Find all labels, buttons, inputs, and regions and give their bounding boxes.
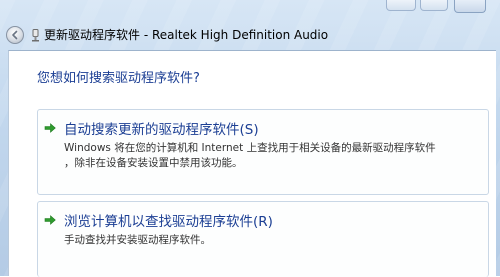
option-browse-computer-desc-line1: 手动查找并安装驱动程序软件。 [64,234,211,246]
green-arrow-icon [44,215,56,225]
back-button[interactable] [6,26,24,44]
maximize-button[interactable] [420,0,448,11]
option-browse-computer-description: 手动查找并安装驱动程序软件。 [64,233,211,248]
option-auto-search[interactable]: 自动搜索更新的驱动程序软件(S) Windows 将在您的计算机和 Intern… [37,109,489,195]
option-auto-search-description: Windows 将在您的计算机和 Internet 上查找用于相关设备的最新驱动… [64,141,436,171]
option-auto-search-desc-line1: Windows 将在您的计算机和 Internet 上查找用于相关设备的最新驱动… [64,142,436,154]
page-question: 您想如何搜索驱动程序软件? [37,71,200,86]
back-arrow-icon [12,30,18,40]
dialog-content: 您想如何搜索驱动程序软件? 自动搜索更新的驱动程序软件(S) Windows 将… [8,50,496,277]
device-driver-icon [31,29,40,42]
option-browse-computer[interactable]: 浏览计算机以查找驱动程序软件(R) 手动查找并安装驱动程序软件。 [37,201,489,277]
close-button[interactable] [454,0,486,13]
window-title: 更新驱动程序软件 - Realtek High Definition Audio [44,28,329,42]
minimize-button[interactable] [386,0,416,11]
green-arrow-icon [44,123,56,133]
option-auto-search-desc-line2: ，除非在设备安装设置中禁用该功能。 [64,157,243,169]
option-auto-search-title: 自动搜索更新的驱动程序软件(S) [64,122,259,138]
option-browse-computer-title: 浏览计算机以查找驱动程序软件(R) [64,214,273,230]
